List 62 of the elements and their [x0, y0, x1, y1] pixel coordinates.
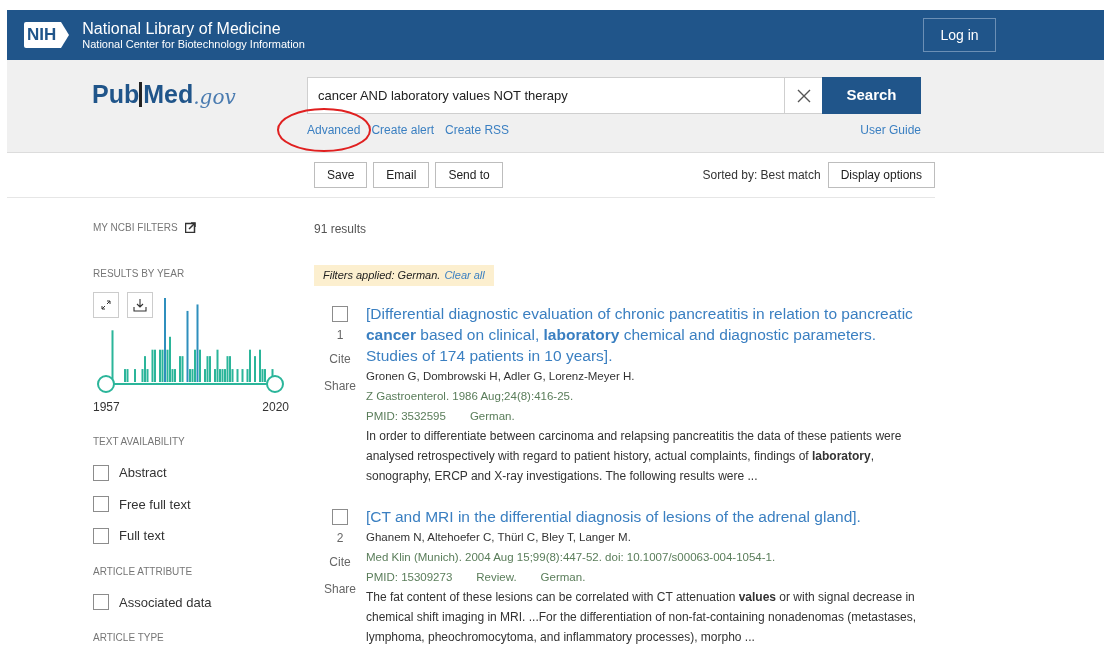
- filter-label[interactable]: Full text: [119, 526, 165, 546]
- section-heading: ARTICLE ATTRIBUTE: [93, 564, 194, 579]
- citation-meta: German.: [540, 570, 586, 585]
- result-title-link[interactable]: [CT and MRI in the differential diagnosis of lesions of the adrenal gland].: [366, 506, 928, 527]
- journal-citation: Z Gastroenterol. 1986 Aug;24(8):416-25.: [366, 389, 575, 404]
- pubmed-logo[interactable]: Pub Med.gov: [92, 82, 307, 107]
- checkbox[interactable]: [93, 527, 109, 544]
- section-heading: RESULTS BY YEAR: [93, 267, 186, 281]
- journal-citation: Med Klin (Munich). 2004 Aug 15;99(8):447-52. doi: 10.1007/s00063-004-1054-1.: [366, 550, 777, 565]
- section-heading: MY NCBI FILTERS: [93, 221, 178, 235]
- result-number: 2: [336, 530, 344, 547]
- toolbar-button[interactable]: Save: [314, 162, 368, 188]
- histogram-bar: [236, 369, 239, 382]
- external-link-icon[interactable]: [184, 222, 196, 233]
- result-title-link[interactable]: [Differential diagnostic evaluation of chronic pancreatitis in relation to pancreatic cancer based on clinical, laboratory chemical and diagnostic parameters. Studies of 174 patients in 10 years].: [366, 303, 928, 366]
- checkbox[interactable]: [93, 464, 109, 481]
- checkbox[interactable]: [93, 496, 109, 513]
- citation-meta: Review.: [476, 570, 517, 585]
- filter-label[interactable]: Abstract: [119, 463, 167, 483]
- range-handle[interactable]: [266, 375, 284, 393]
- range-handle[interactable]: [97, 375, 115, 393]
- histogram-bar: [111, 330, 114, 382]
- authors: Ghanem N, Altehoefer C, Thürl C, Bley T, Langer M.: [366, 530, 632, 545]
- user-guide-link[interactable]: User Guide: [860, 121, 921, 139]
- result-number: 1: [336, 327, 344, 344]
- checkbox[interactable]: [93, 594, 109, 611]
- filter-label[interactable]: Associated data: [119, 592, 212, 612]
- search-link[interactable]: Create alert: [371, 121, 435, 139]
- clear-icon[interactable]: [785, 77, 822, 114]
- display-options-button[interactable]: Display options: [827, 162, 935, 188]
- filters-text: Filters applied: German.: [323, 268, 441, 283]
- download-icon[interactable]: [127, 292, 153, 318]
- authors: Gronen G, Dombrowski H, Adler G, Lorenz-Meyer H.: [366, 369, 636, 384]
- citation-meta: German.: [469, 409, 515, 424]
- citation-meta: PMID: 3532595: [366, 409, 446, 424]
- results-count: 91 results: [314, 221, 368, 238]
- toolbar-button[interactable]: Send to: [435, 162, 503, 188]
- cite-link[interactable]: Cite: [329, 350, 351, 368]
- sort-label: Sorted by: Best match: [702, 167, 821, 184]
- clear-all-link[interactable]: Clear all: [444, 267, 485, 284]
- filter-label[interactable]: Free full text: [119, 494, 191, 514]
- login-button[interactable]: Log in: [923, 18, 996, 52]
- cite-link[interactable]: Cite: [329, 553, 351, 571]
- share-link[interactable]: Share: [324, 377, 356, 395]
- histogram-bar: [241, 369, 244, 382]
- year-label: 2020: [262, 399, 289, 416]
- search-link[interactable]: Create RSS: [445, 121, 510, 139]
- section-heading: ARTICLE TYPE: [93, 631, 165, 645]
- site-title: National Library of Medicine: [82, 19, 282, 38]
- toolbar-button[interactable]: Email: [373, 162, 430, 188]
- abstract-snippet: The fat content of these lesions can be correlated with CT attenuation values or with signal decrease in chemical shift imaging in MRI. ...For the differentiation of non-fat-containing nonadenomas (metastases, lymphoma, pheochromocytoma, and inflammatory processes), morpho ...: [366, 589, 918, 646]
- checkbox[interactable]: [332, 509, 348, 525]
- site-subtitle: National Center for Biotechnology Information: [82, 38, 305, 51]
- share-link[interactable]: Share: [324, 580, 356, 598]
- search-button[interactable]: Search: [822, 77, 921, 114]
- section-heading: TEXT AVAILABILITY: [93, 435, 186, 449]
- checkbox[interactable]: [332, 306, 348, 322]
- year-label: 1957: [93, 399, 120, 416]
- citation-meta: PMID: 15309273: [366, 570, 453, 585]
- abstract-snippet: In order to differentiate between carcinoma and relapsing pancreatitis the data of these patients were analysed retrospectively with regard to patient history, actual complaints, findings of laboratory, sonography, ERCP and X-ray investigations. The following results were ...: [366, 428, 903, 485]
- expand-icon[interactable]: [93, 292, 119, 318]
- search-field[interactable]: cancer AND laboratory values NOT therapy: [307, 77, 785, 114]
